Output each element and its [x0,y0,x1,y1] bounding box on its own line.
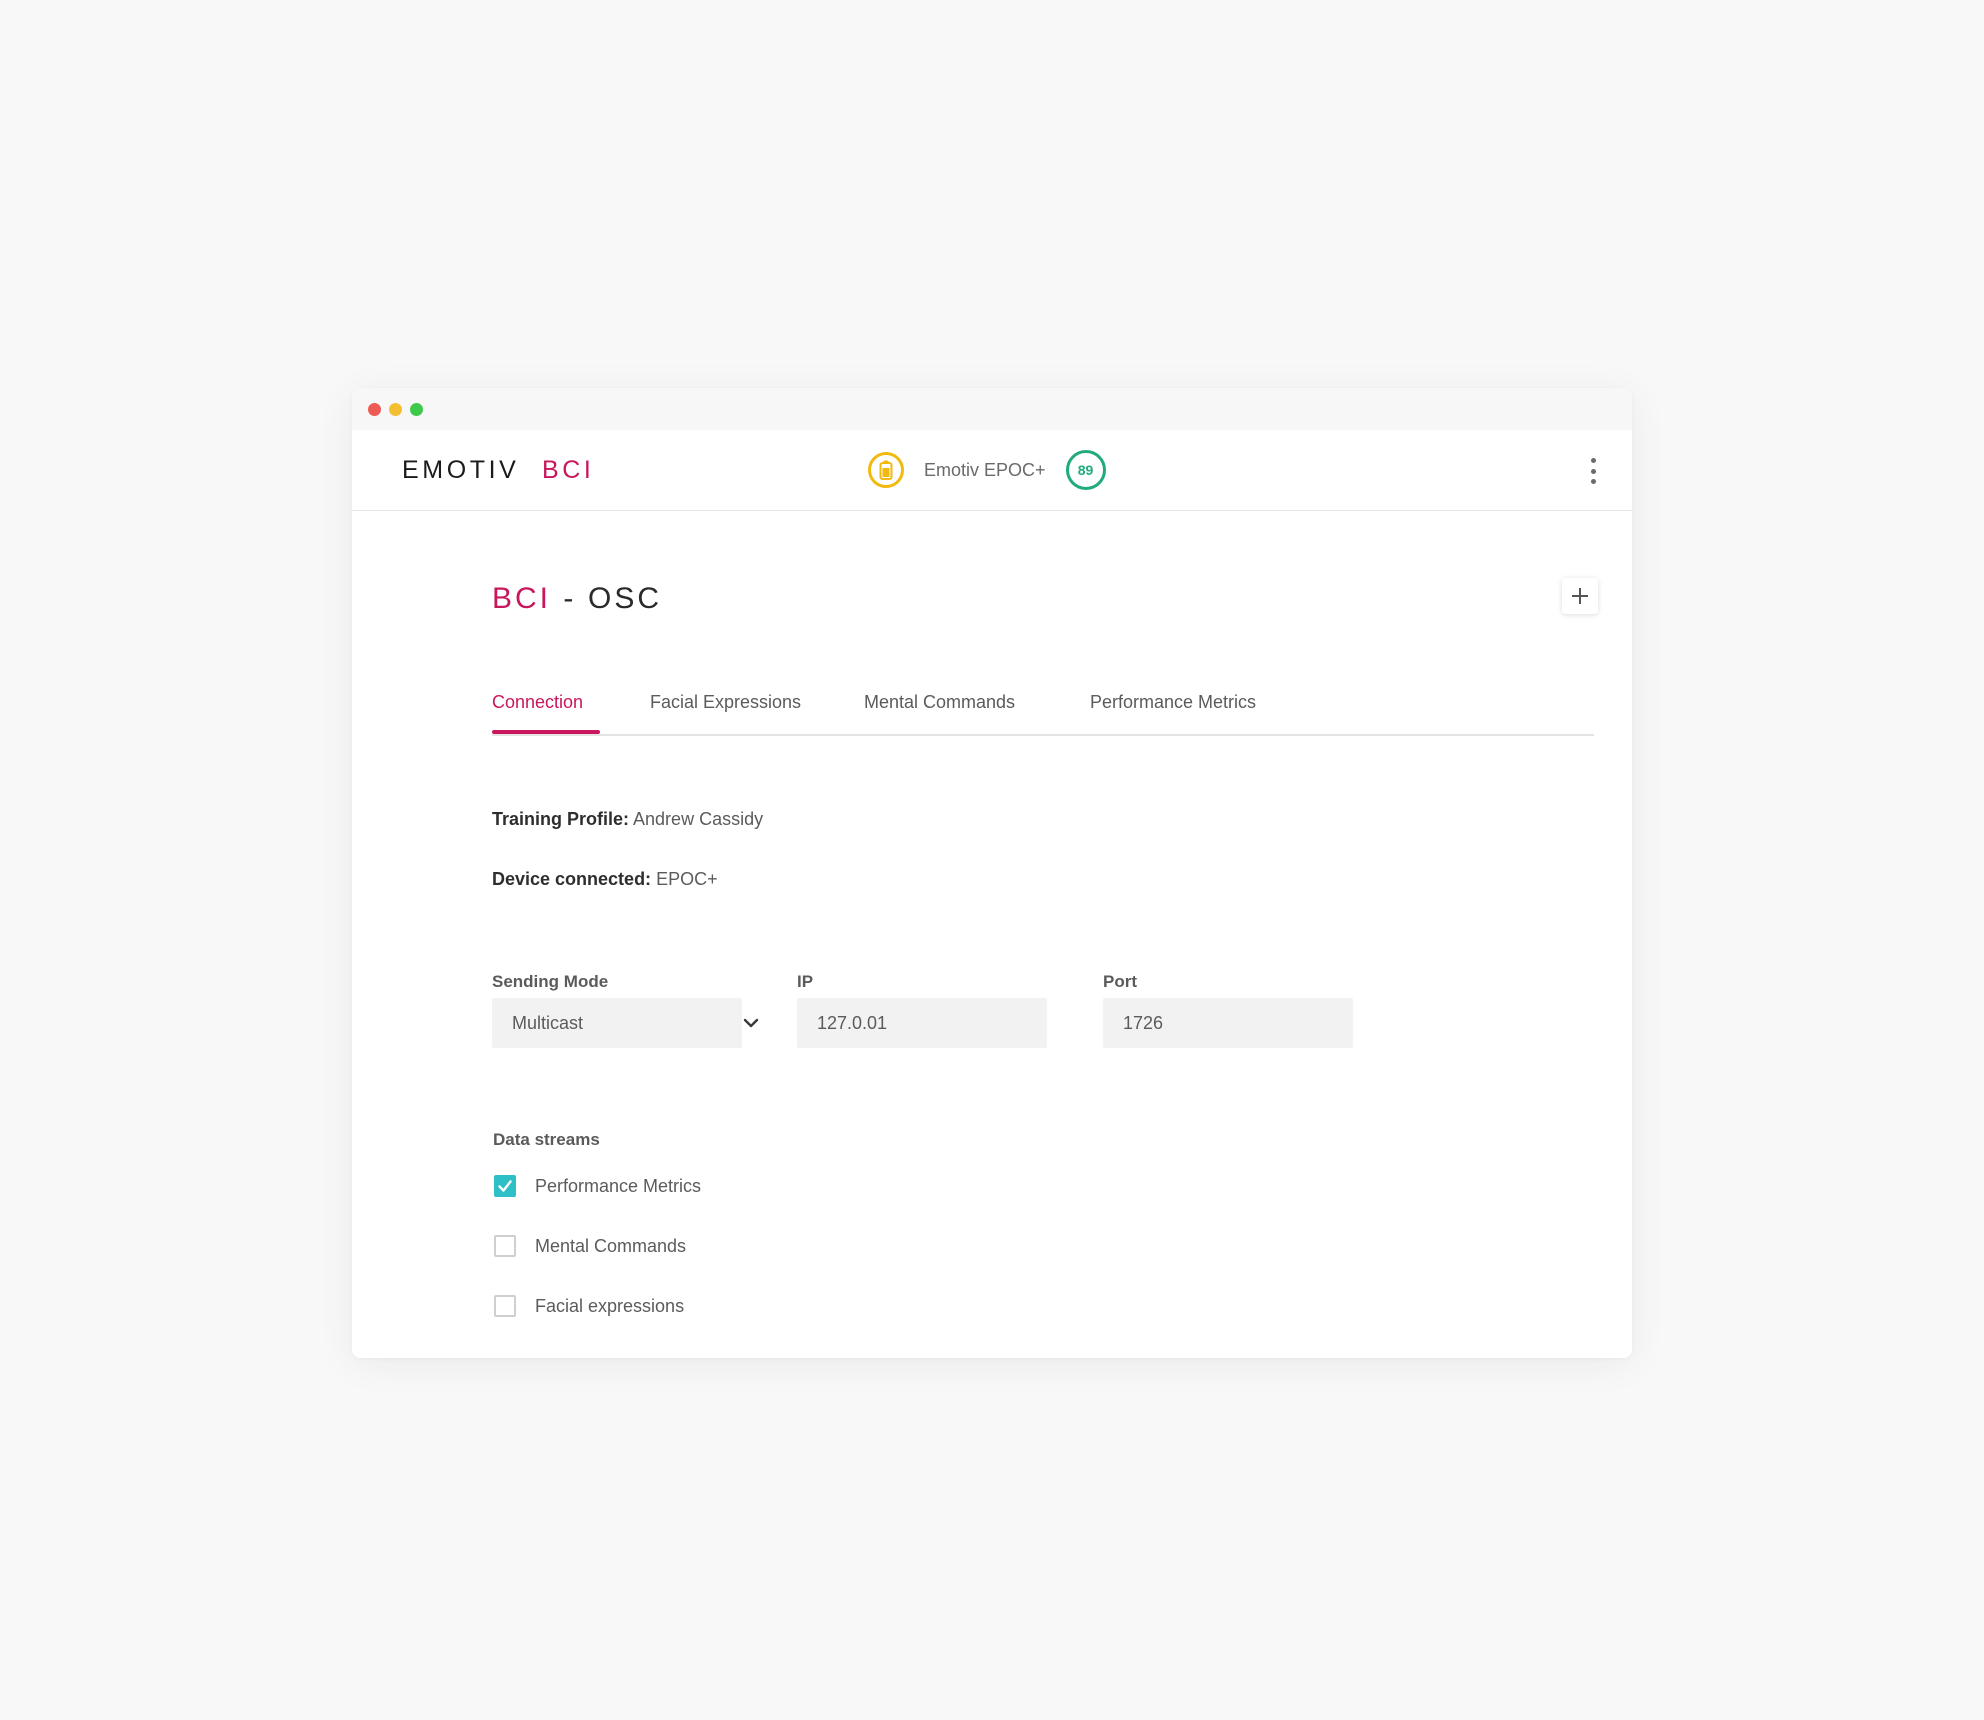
stream-facial-expressions[interactable]: Facial expressions [494,1293,684,1319]
stream-mental-commands[interactable]: Mental Commands [494,1233,686,1259]
device-name: Emotiv EPOC+ [924,459,1046,480]
battery-icon [868,452,904,488]
facial-expressions-checkbox[interactable] [494,1295,516,1317]
app-header: EMOTIV BCI Emotiv EPOC+ 89 [352,430,1632,511]
device-connected: Device connected: EPOC+ [492,869,718,890]
page-title-separator: - [552,582,588,615]
page-title: BCI - OSC [492,578,692,618]
performance-metrics-checkbox[interactable] [494,1175,516,1197]
active-tab-indicator [492,730,600,734]
sending-mode-value: Multicast [492,998,742,1048]
tab-mental-commands[interactable]: Mental Commands [864,692,1015,713]
checkmark-icon [498,1180,512,1192]
mental-commands-label: Mental Commands [535,1235,687,1256]
sending-mode-label: Sending Mode [492,972,609,991]
logo-accent-text: BCI [542,456,594,484]
tab-bar: Connection Facial Expressions Mental Com… [492,688,1594,736]
chevron-down-icon [743,1018,759,1028]
mental-commands-checkbox[interactable] [494,1235,516,1257]
tab-connection[interactable]: Connection [492,692,583,713]
training-profile-value: Andrew Cassidy [633,809,764,829]
device-status: Emotiv EPOC+ 89 [868,448,1106,492]
device-connected-value: EPOC+ [656,869,718,889]
facial-expressions-label: Facial expressions [535,1295,685,1316]
ip-label: IP [797,972,814,991]
training-profile: Training Profile: Andrew Cassidy [492,809,763,830]
maximize-window-button[interactable] [410,403,423,416]
port-input[interactable] [1103,998,1353,1048]
device-connected-label: Device connected: [492,869,652,889]
stream-performance-metrics[interactable]: Performance Metrics [494,1173,701,1199]
minimize-window-button[interactable] [389,403,402,416]
training-profile-label: Training Profile: [492,809,630,829]
contact-quality-badge: 89 [1065,450,1106,490]
add-button[interactable] [1562,578,1598,614]
logo-wordmark-icon: EMOTIV BCI [402,456,594,484]
tab-performance-metrics[interactable]: Performance Metrics [1090,692,1256,713]
close-window-button[interactable] [368,403,381,416]
app-window: EMOTIV BCI Emotiv EPOC+ 89 BCI - OSC Con… [352,388,1632,1358]
tab-facial-expressions[interactable]: Facial Expressions [650,692,801,713]
more-options-icon[interactable] [1588,458,1598,484]
window-titlebar [352,388,1632,430]
logo-primary-text: EMOTIV [402,456,519,484]
ip-input[interactable] [797,998,1047,1048]
plus-icon [1572,588,1588,604]
sending-mode-select[interactable]: Multicast [492,998,762,1048]
performance-metrics-label: Performance Metrics [535,1175,702,1196]
page-title-accent: BCI [492,582,551,615]
emotiv-bci-logo: EMOTIV BCI [402,454,602,486]
port-label: Port [1103,972,1137,991]
page-title-rest: OSC [588,582,662,615]
data-streams-label: Data streams [493,1130,600,1149]
